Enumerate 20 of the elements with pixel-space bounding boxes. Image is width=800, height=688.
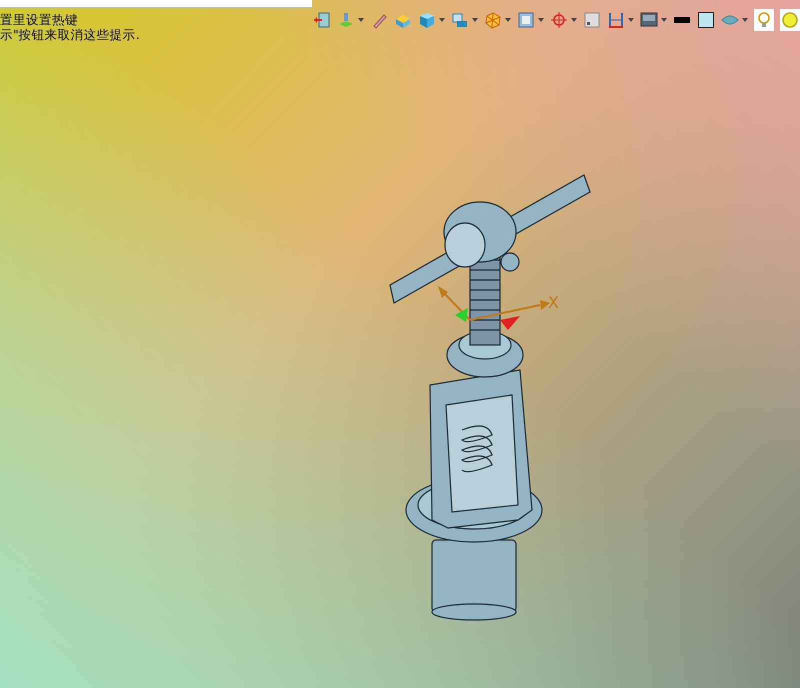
coordinate-axes-icon xyxy=(438,286,550,330)
dropdown-caret-icon[interactable] xyxy=(742,18,748,22)
monitor-icon[interactable] xyxy=(640,11,658,29)
dropdown-caret-icon[interactable] xyxy=(661,18,667,22)
dropdown-caret-icon[interactable] xyxy=(571,18,577,22)
axis-label: X xyxy=(548,293,559,312)
dropdown-caret-icon[interactable] xyxy=(538,18,544,22)
square-icon[interactable] xyxy=(583,11,601,29)
dropdown-caret-icon[interactable] xyxy=(628,18,634,22)
hint-text: 置里设置热键 xyxy=(0,12,79,27)
crosshair-icon[interactable] xyxy=(550,11,568,29)
frame-icon[interactable] xyxy=(517,11,535,29)
hint-text: 示"按钮来取消这些提示. xyxy=(0,27,140,42)
square-icon[interactable] xyxy=(697,11,715,29)
dropdown-caret-icon[interactable] xyxy=(358,18,364,22)
dimension-icon[interactable] xyxy=(607,11,625,29)
door-icon[interactable] xyxy=(313,11,331,29)
dropdown-caret-icon[interactable] xyxy=(505,18,511,22)
dropdown-caret-icon[interactable] xyxy=(439,18,445,22)
dropdown-caret-icon[interactable] xyxy=(472,18,478,22)
